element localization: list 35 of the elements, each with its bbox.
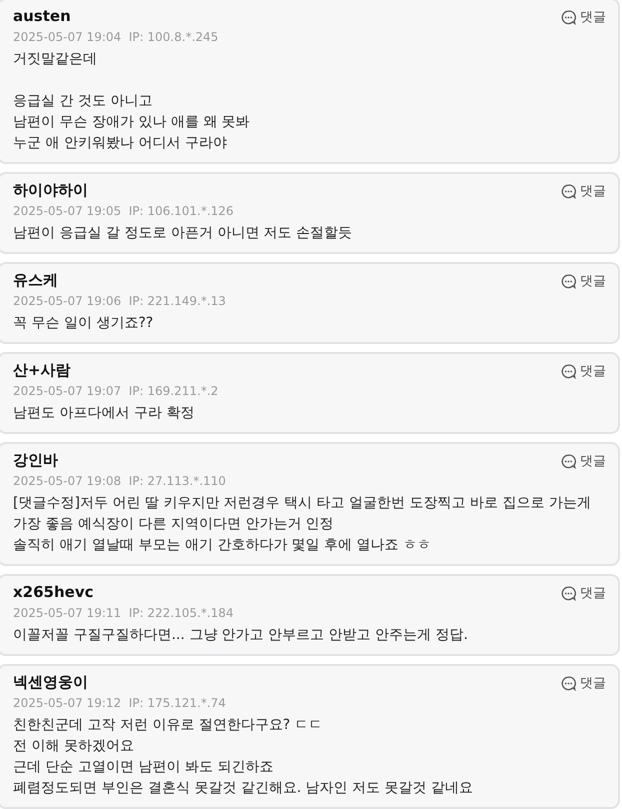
comment-text: 남편이 응급실 갈 정도로 아픈거 아니면 저도 손절할듯 [13,224,354,243]
comment-text: 남편도 아프다에서 구라 확정 [13,404,196,423]
comment-meta: 2025-05-07 19:06 IP: 221.149.*.13 [13,293,227,310]
comment-text: 이꼴저꼴 구질구질하다면... 그냥 안가고 안부르고 안받고 안주는게 정답. [13,626,469,645]
comment-meta: 2025-05-07 19:08 IP: 27.113.*.110 [13,473,227,490]
speech-bubble-icon [561,184,576,198]
speech-bubble-icon [561,676,576,690]
speech-bubble-icon [561,10,576,24]
comment-meta: 2025-05-07 19:11 IP: 222.105.*.184 [13,605,235,622]
author-name: 유스케 [13,270,58,290]
reply-button[interactable]: 댓글 [561,272,606,290]
reply-button[interactable]: 댓글 [561,452,606,470]
reply-button[interactable]: 댓글 [561,362,606,380]
comment-text: 꼭 무슨 일이 생기죠?? [13,314,154,333]
reply-button[interactable]: 댓글 [561,8,606,26]
comment-text: [댓글수정]저두 어린 딸 키우지만 저런경우 택시 타고 얼굴한번 도장찍고 바로 집으로 가는게 가장 좋음 예식장이 다른 지역이다면 안가는거 인정 솔직히 애기 열날때 부모는 애기 간호하다가 몇일 후에 열나죠 ㅎㅎ [13,494,592,555]
reply-button[interactable]: 댓글 [561,674,606,692]
reply-button[interactable]: 댓글 [561,584,606,602]
comment-meta: 2025-05-07 19:07 IP: 169.211.*.2 [13,383,220,400]
author-name: 강인바 [13,450,58,470]
author-name: 산+사람 [13,360,71,380]
reply-button[interactable]: 댓글 [561,182,606,200]
comment-text: 친한친군데 고작 저런 이유로 절연한다구요? ㄷㄷ 전 이해 못하겠어요 근데 단순 고열이면 남편이 봐도 되긴하죠 폐렴정도되면 부인은 결혼식 못갈것 같긴해요. 남자인 저도 못갈것 같네요 [13,716,474,798]
comment-meta: 2025-05-07 19:04 IP: 100.8.*.245 [13,29,220,46]
speech-bubble-icon [561,454,576,468]
comment-text: 거짓말같은데 응급실 간 것도 아니고 남편이 무슨 장애가 있나 애를 왜 못봐 누군 애 안키워봤나 어디서 구라야 [13,50,251,153]
comment-meta: 2025-05-07 19:12 IP: 175.121.*.74 [13,695,227,712]
author-name: x265hevc [13,582,94,602]
comment-meta: 2025-05-07 19:05 IP: 106.101.*.126 [13,203,235,220]
speech-bubble-icon [561,586,576,600]
author-name: austen [13,6,71,26]
speech-bubble-icon [561,274,576,288]
speech-bubble-icon [561,364,576,378]
author-name: 넥센영웅이 [13,672,88,692]
author-name: 하이야하이 [13,180,88,200]
